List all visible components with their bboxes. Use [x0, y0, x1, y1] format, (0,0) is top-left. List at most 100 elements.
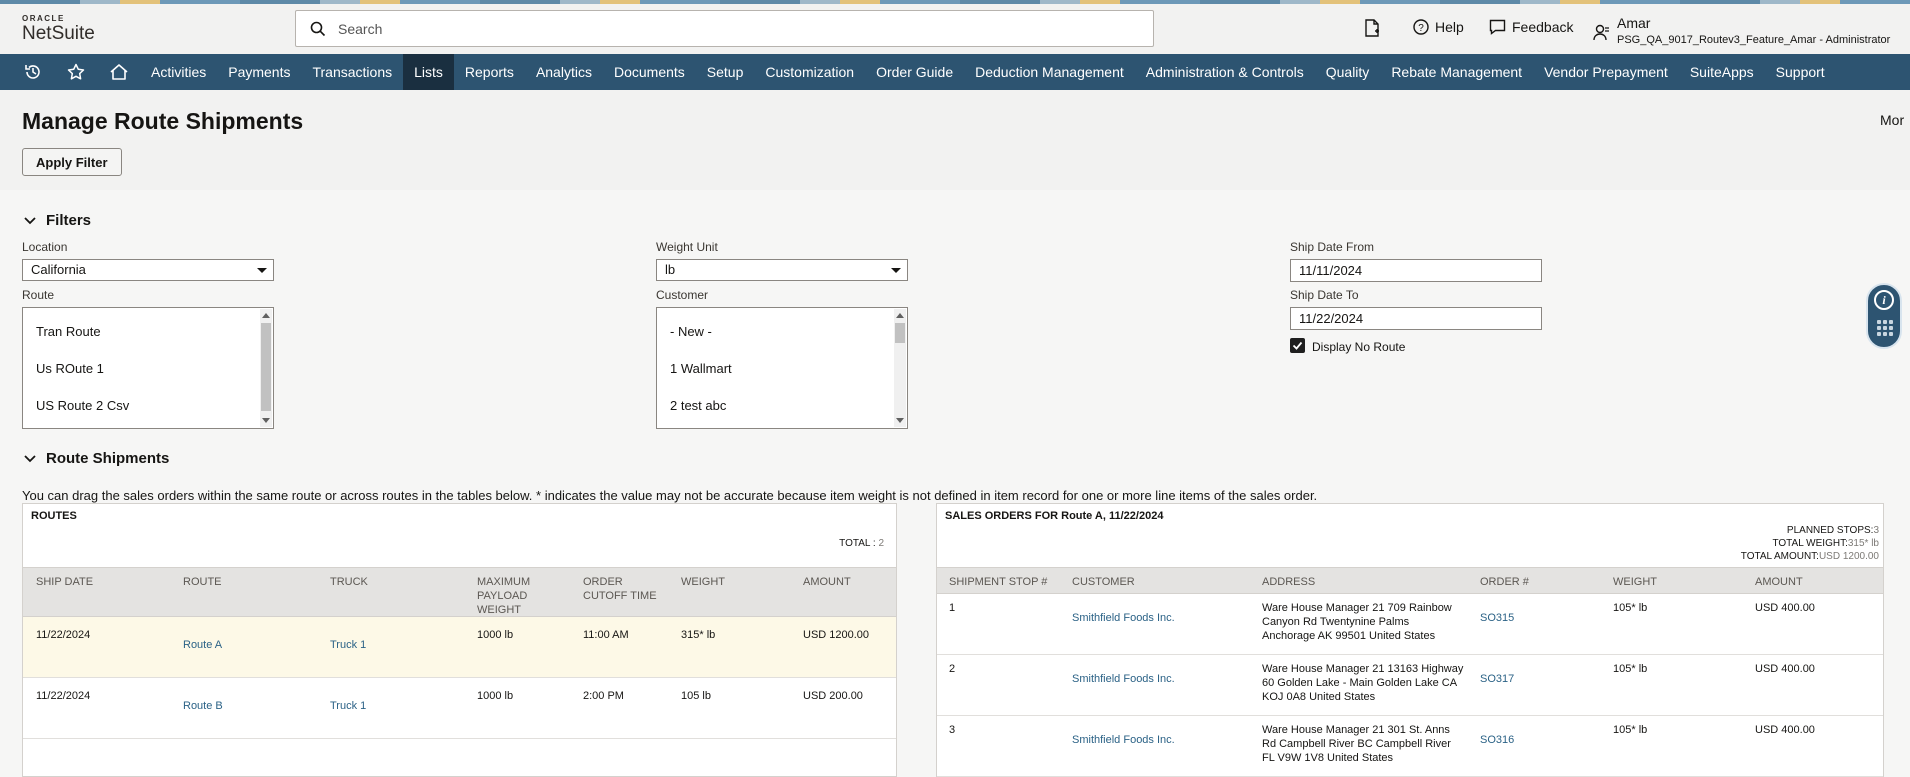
customer-link[interactable]: Smithfield Foods Inc.	[1072, 611, 1175, 625]
scrollbar-thumb[interactable]	[895, 323, 905, 343]
column-header-weight[interactable]: WEIGHT	[681, 575, 725, 589]
address-line: KOJ 0A8 United States	[1262, 691, 1376, 703]
nav-item-deduction-management[interactable]: Deduction Management	[964, 54, 1135, 90]
route-scrollbar[interactable]	[260, 309, 272, 427]
apply-filter-button[interactable]: Apply Filter	[22, 148, 122, 176]
ship-date-from-field[interactable]: 11/11/2024	[1290, 259, 1542, 282]
scroll-up-icon[interactable]	[262, 313, 270, 318]
scroll-down-icon[interactable]	[896, 418, 904, 423]
route-multiselect[interactable]: Tran Route Us ROute 1 US Route 2 Csv	[22, 307, 274, 429]
nav-item-quality[interactable]: Quality	[1315, 54, 1381, 90]
nav-item-lists[interactable]: Lists	[403, 54, 454, 90]
customer-option[interactable]: 1 Wallmart	[670, 361, 732, 376]
route-amount: USD 1200.00	[803, 629, 870, 641]
route-shipments-section-header[interactable]: Route Shipments	[24, 450, 169, 467]
nav-item-vendor-prepayment[interactable]: Vendor Prepayment	[1533, 54, 1679, 90]
ship-date-to-field[interactable]: 11/22/2024	[1290, 307, 1542, 330]
route-link[interactable]: Route A	[183, 638, 222, 652]
sales-order-row[interactable]: 2 Smithfield Foods Inc. Ware House Manag…	[937, 655, 1883, 716]
nav-item-setup[interactable]: Setup	[696, 54, 755, 90]
sales-order-row[interactable]: 1 Smithfield Foods Inc. Ware House Manag…	[937, 594, 1883, 655]
weight-unit-select[interactable]: lb	[656, 259, 908, 281]
search-input[interactable]	[338, 18, 1118, 40]
nav-item-order-guide[interactable]: Order Guide	[865, 54, 964, 90]
nav-item-rebate-management[interactable]: Rebate Management	[1380, 54, 1533, 90]
scroll-up-icon[interactable]	[896, 313, 904, 318]
column-header-customer[interactable]: CUSTOMER	[1072, 575, 1135, 589]
route-option[interactable]: Tran Route	[36, 324, 101, 339]
order-link[interactable]: SO317	[1480, 672, 1514, 686]
help-icon: ?	[1413, 19, 1429, 35]
floating-help-widget[interactable]: i	[1866, 283, 1902, 349]
nav-item-payments[interactable]: Payments	[217, 54, 301, 90]
column-header-route[interactable]: ROUTE	[183, 575, 222, 589]
feedback-button[interactable]: Feedback	[1489, 19, 1573, 35]
route-option[interactable]: US Route 2 Csv	[36, 398, 129, 413]
display-no-route-checkbox[interactable]	[1290, 338, 1305, 353]
chevron-down-icon	[891, 268, 901, 273]
route-max-payload: 1000 lb	[477, 629, 514, 641]
svg-text:?: ?	[1418, 23, 1424, 34]
address-line: Ware House Manager 21 709 Rainbow	[1262, 602, 1452, 614]
home-button[interactable]	[97, 54, 140, 90]
truck-link[interactable]: Truck 1	[330, 699, 366, 713]
nav-item-reports[interactable]: Reports	[454, 54, 525, 90]
column-header-amount[interactable]: AMOUNT	[803, 575, 851, 589]
scrollbar-thumb[interactable]	[261, 323, 271, 411]
help-button[interactable]: ? Help	[1413, 19, 1464, 35]
grid-icon[interactable]	[1877, 320, 1893, 336]
route-cutoff: 2:00 PM	[583, 690, 624, 702]
filters-section-header[interactable]: Filters	[24, 212, 91, 229]
location-select[interactable]: California	[22, 259, 274, 281]
column-header-amount[interactable]: AMOUNT	[1755, 575, 1803, 589]
customer-link[interactable]: Smithfield Foods Inc.	[1072, 672, 1175, 686]
page-title: Manage Route Shipments	[22, 108, 304, 134]
customer-option[interactable]: - New -	[670, 324, 712, 339]
weight-unit-label: Weight Unit	[656, 240, 718, 254]
customer-link[interactable]: Smithfield Foods Inc.	[1072, 733, 1175, 747]
route-row[interactable]: 11/22/2024 Route B Truck 1 1000 lb 2:00 …	[23, 678, 896, 739]
customer-option[interactable]: 2 test abc	[670, 398, 726, 413]
column-header-address[interactable]: ADDRESS	[1262, 575, 1315, 589]
shortcuts-button[interactable]	[54, 54, 97, 90]
column-header-cutoff[interactable]: ORDER CUTOFF TIME	[583, 575, 663, 603]
nav-item-support[interactable]: Support	[1765, 54, 1836, 90]
customer-scrollbar[interactable]	[894, 309, 906, 427]
truck-link[interactable]: Truck 1	[330, 638, 366, 652]
recent-records-button[interactable]	[11, 54, 54, 90]
nav-item-analytics[interactable]: Analytics	[525, 54, 603, 90]
route-row-selected[interactable]: 11/22/2024 Route A Truck 1 1000 lb 11:00…	[23, 617, 896, 678]
column-header-weight[interactable]: WEIGHT	[1613, 575, 1657, 589]
home-icon	[109, 64, 128, 80]
order-weight: 105* lb	[1613, 663, 1648, 675]
nav-item-administration-controls[interactable]: Administration & Controls	[1135, 54, 1315, 90]
column-header-ship-date[interactable]: SHIP DATE	[36, 575, 93, 589]
nav-item-suiteapps[interactable]: SuiteApps	[1679, 54, 1765, 90]
route-option[interactable]: Us ROute 1	[36, 361, 104, 376]
nav-item-customization[interactable]: Customization	[754, 54, 865, 90]
address-line: 60 Golden Lake - Main Golden Lake CA	[1262, 677, 1458, 689]
column-header-order[interactable]: ORDER #	[1480, 575, 1529, 589]
route-shipments-section-title: Route Shipments	[46, 450, 170, 467]
order-link[interactable]: SO315	[1480, 611, 1514, 625]
global-search[interactable]	[295, 10, 1154, 47]
customer-multiselect[interactable]: - New - 1 Wallmart 2 test abc	[656, 307, 908, 429]
more-link[interactable]: Mor	[1880, 112, 1904, 128]
column-header-max-payload[interactable]: MAXIMUM PAYLOAD WEIGHT	[477, 575, 545, 617]
nav-item-activities[interactable]: Activities	[140, 54, 217, 90]
create-new-button[interactable]	[1364, 19, 1380, 37]
column-header-stop[interactable]: SHIPMENT STOP #	[949, 575, 1047, 589]
scroll-down-icon[interactable]	[262, 418, 270, 423]
info-icon[interactable]: i	[1874, 290, 1894, 310]
sales-order-row[interactable]: 3 Smithfield Foods Inc. Ware House Manag…	[937, 716, 1883, 777]
chevron-down-icon	[24, 216, 36, 224]
order-link[interactable]: SO316	[1480, 733, 1514, 747]
logo-oracle-text: ORACLE	[22, 14, 65, 23]
column-header-truck[interactable]: TRUCK	[330, 575, 368, 589]
location-value: California	[31, 262, 86, 277]
logo-netsuite-text: NetSuite	[22, 23, 95, 44]
nav-item-transactions[interactable]: Transactions	[301, 54, 403, 90]
netsuite-logo[interactable]: ORACLE NetSuite	[22, 14, 95, 44]
route-link[interactable]: Route B	[183, 699, 223, 713]
nav-item-documents[interactable]: Documents	[603, 54, 696, 90]
